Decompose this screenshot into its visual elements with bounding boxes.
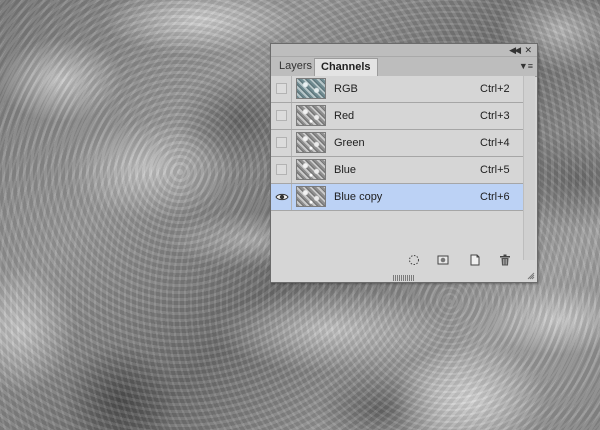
save-selection-icon[interactable] xyxy=(437,254,449,266)
tab-channels[interactable]: Channels xyxy=(314,58,378,77)
channel-thumbnail xyxy=(296,159,326,180)
channel-shortcut: Ctrl+4 xyxy=(480,137,510,149)
resize-grip-icon[interactable] xyxy=(525,270,535,280)
panel-titlebar[interactable]: ◀◀ ✕ xyxy=(271,44,537,57)
channel-name: RGB xyxy=(334,83,358,95)
channel-shortcut: Ctrl+5 xyxy=(480,164,510,176)
visibility-toggle[interactable] xyxy=(276,83,287,94)
visibility-toggle[interactable] xyxy=(276,137,287,148)
channels-panel: ◀◀ ✕ Layers Channels ▼≡ RGB Ctrl+2 Red C… xyxy=(270,43,538,283)
channel-name: Green xyxy=(334,137,365,149)
channel-shortcut: Ctrl+6 xyxy=(480,191,510,203)
channel-thumbnail xyxy=(296,132,326,153)
channel-row-blue-copy[interactable]: Blue copy Ctrl+6 xyxy=(271,184,523,211)
panel-menu-icon[interactable]: ▼≡ xyxy=(519,58,533,75)
channel-name: Red xyxy=(334,110,355,122)
panel-bottom-bar xyxy=(271,250,537,270)
channel-row-green[interactable]: Green Ctrl+4 xyxy=(271,130,523,157)
channel-name: Blue xyxy=(334,164,357,176)
visibility-toggle[interactable] xyxy=(276,164,287,175)
scrollbar[interactable] xyxy=(523,76,535,260)
channel-shortcut: Ctrl+3 xyxy=(480,110,510,122)
channel-thumbnail xyxy=(296,105,326,126)
visibility-toggle[interactable] xyxy=(276,110,287,121)
load-selection-icon[interactable] xyxy=(408,254,420,266)
close-icon[interactable]: ✕ xyxy=(524,44,532,56)
tab-layers[interactable]: Layers xyxy=(273,58,320,76)
channel-name: Blue copy xyxy=(334,191,383,203)
new-channel-icon[interactable] xyxy=(469,254,481,266)
channel-row-red[interactable]: Red Ctrl+3 xyxy=(271,103,523,130)
channel-row-blue[interactable]: Blue Ctrl+5 xyxy=(271,157,523,184)
channel-shortcut: Ctrl+2 xyxy=(480,83,510,95)
channel-thumbnail xyxy=(296,78,326,99)
eye-icon[interactable] xyxy=(275,190,289,204)
tab-row: Layers Channels ▼≡ xyxy=(271,57,537,77)
channel-list: RGB Ctrl+2 Red Ctrl+3 Green Ctrl+4 Blue … xyxy=(271,76,523,211)
panel-drag-grip[interactable] xyxy=(393,275,415,281)
collapse-icon[interactable]: ◀◀ xyxy=(509,44,521,56)
trash-icon[interactable] xyxy=(499,254,511,266)
channel-row-rgb[interactable]: RGB Ctrl+2 xyxy=(271,76,523,103)
channel-thumbnail xyxy=(296,186,326,207)
